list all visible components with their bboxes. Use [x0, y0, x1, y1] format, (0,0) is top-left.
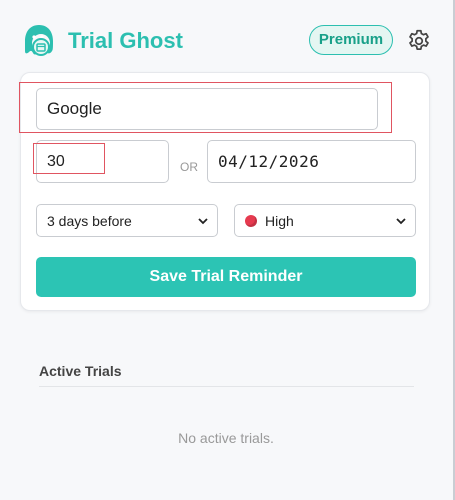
- trial-days-input[interactable]: 30: [36, 140, 169, 183]
- service-name-value: Google: [47, 99, 102, 118]
- priority-select[interactable]: High: [234, 204, 416, 237]
- chevron-down-icon: [396, 218, 406, 225]
- priority-value: High: [265, 212, 294, 229]
- empty-trials-text: No active trials.: [178, 430, 274, 446]
- trial-days-value: 30: [47, 152, 65, 170]
- save-trial-button[interactable]: Save Trial Reminder: [36, 257, 416, 297]
- end-date-value: 04/12/2026: [218, 152, 320, 171]
- header: Trial Ghost Premium: [0, 0, 452, 72]
- gear-icon[interactable]: [406, 28, 432, 54]
- end-date-input[interactable]: 04/12/2026: [207, 140, 416, 183]
- active-trials-heading: Active Trials: [39, 363, 122, 379]
- ghost-logo-icon: [25, 25, 53, 56]
- premium-button[interactable]: Premium: [309, 25, 393, 55]
- divider: [39, 386, 414, 387]
- priority-dot-icon: [245, 214, 257, 227]
- remind-before-value: 3 days before: [47, 212, 132, 229]
- app-title: Trial Ghost: [68, 28, 183, 53]
- chevron-down-icon: [198, 218, 208, 225]
- or-label: OR: [180, 160, 198, 174]
- remind-before-select[interactable]: 3 days before: [36, 204, 218, 237]
- service-name-input[interactable]: Google: [36, 88, 378, 130]
